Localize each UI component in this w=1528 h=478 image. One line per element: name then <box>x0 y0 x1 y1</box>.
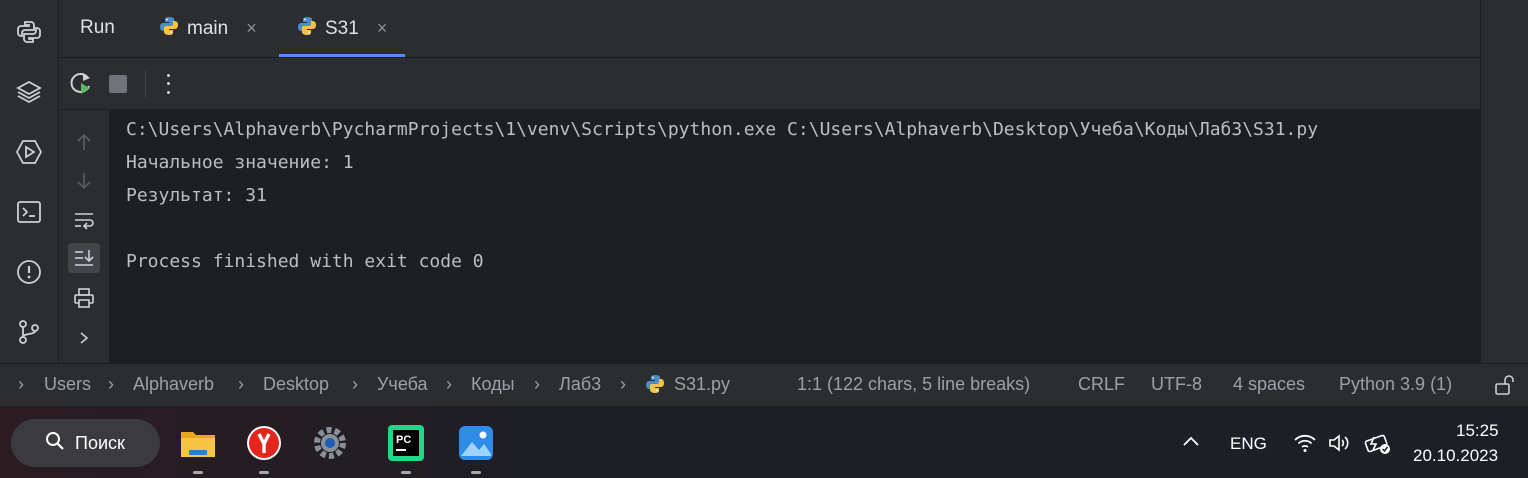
battery-icon[interactable] <box>1363 431 1391 460</box>
arrow-down-icon[interactable] <box>68 166 100 196</box>
chevron-right-icon[interactable] <box>68 323 100 353</box>
breadcrumb-item[interactable]: Desktop <box>263 374 329 395</box>
tab-main-label: main <box>187 17 229 39</box>
python-file-icon <box>645 374 665 399</box>
breadcrumb-separator: › <box>446 374 452 394</box>
indent-setting[interactable]: 4 spaces <box>1233 374 1305 395</box>
breadcrumb-item[interactable]: Users <box>44 374 91 395</box>
file-encoding[interactable]: UTF-8 <box>1151 374 1202 395</box>
unlock-icon[interactable] <box>1494 375 1514 400</box>
line-separator[interactable]: CRLF <box>1078 374 1125 395</box>
search-label: Поиск <box>75 432 125 453</box>
input-language[interactable]: ENG <box>1230 434 1267 454</box>
close-icon[interactable]: × <box>377 18 388 39</box>
breadcrumb-separator: › <box>352 374 358 394</box>
caret-position[interactable]: 1:1 (122 chars, 5 line breaks) <box>797 374 1030 395</box>
breadcrumb-separator: › <box>18 374 24 394</box>
breadcrumb-separator: › <box>534 374 540 394</box>
layers-icon[interactable] <box>15 78 43 106</box>
tab-s31[interactable]: S31 × <box>279 0 405 57</box>
wifi-icon[interactable] <box>1293 433 1317 458</box>
services-icon[interactable] <box>15 138 43 166</box>
arrow-up-icon[interactable] <box>68 127 100 157</box>
problems-icon[interactable] <box>15 258 43 286</box>
rerun-icon[interactable] <box>68 70 94 96</box>
left-tool-bar <box>0 0 59 363</box>
run-panel-title: Run <box>80 17 115 38</box>
console-line: Результат: 31 <box>126 185 267 206</box>
right-tool-bar <box>1480 0 1528 363</box>
status-bar: › Users › Alphaverb › Desktop › Учеба › … <box>0 363 1528 407</box>
console-line: Process finished with exit code 0 <box>126 251 484 272</box>
scroll-to-end-icon[interactable] <box>68 243 100 273</box>
svg-text:PC: PC <box>396 434 411 446</box>
volume-icon[interactable] <box>1328 433 1352 458</box>
run-tab-bar: Run main × S31 × <box>59 0 1480 58</box>
settings-icon[interactable] <box>311 424 349 462</box>
console-line: Начальное значение: 1 <box>126 152 354 173</box>
python-interpreter[interactable]: Python 3.9 (1) <box>1339 374 1452 395</box>
photos-icon[interactable] <box>457 424 495 474</box>
chevron-up-icon[interactable] <box>1181 434 1201 453</box>
clock-date[interactable]: 20.10.2023 <box>1413 446 1498 466</box>
search-icon <box>45 431 65 456</box>
console-side-tools <box>59 110 110 363</box>
stop-icon[interactable] <box>109 75 127 93</box>
taskbar-search[interactable]: Поиск <box>11 419 160 467</box>
breadcrumb-item[interactable]: S31.py <box>674 374 730 395</box>
pycharm-icon[interactable]: PC <box>387 424 425 474</box>
console-output[interactable]: C:\Users\Alphaverb\PycharmProjects\1\ven… <box>110 110 1480 363</box>
more-options-icon[interactable] <box>160 71 176 97</box>
clock-time[interactable]: 15:25 <box>1456 421 1499 441</box>
terminal-icon[interactable] <box>15 198 43 226</box>
breadcrumb-separator: › <box>108 374 114 394</box>
git-icon[interactable] <box>15 318 43 346</box>
file-explorer-icon[interactable] <box>179 424 217 474</box>
tab-main[interactable]: main × <box>159 0 269 57</box>
breadcrumb-separator: › <box>238 374 244 394</box>
breadcrumb-separator: › <box>620 374 626 394</box>
run-toolbar <box>59 58 1480 110</box>
soft-wrap-icon[interactable] <box>68 205 100 235</box>
running-indicator <box>401 471 411 474</box>
running-indicator <box>471 471 481 474</box>
windows-taskbar: Поиск PC ENG 15:25 20.10.2023 <box>0 406 1528 478</box>
close-icon[interactable]: × <box>246 18 257 39</box>
python-file-icon <box>159 16 179 42</box>
python-file-icon <box>297 16 317 42</box>
breadcrumb-item[interactable]: Учеба <box>377 374 428 395</box>
console-line: C:\Users\Alphaverb\PycharmProjects\1\ven… <box>126 119 1319 140</box>
running-indicator <box>259 471 269 474</box>
breadcrumb-item[interactable]: Лаб3 <box>559 374 601 395</box>
yandex-browser-icon[interactable] <box>245 424 283 474</box>
print-icon[interactable] <box>68 283 100 313</box>
breadcrumb-item[interactable]: Alphaverb <box>133 374 214 395</box>
tab-s31-label: S31 <box>325 17 359 39</box>
breadcrumb-item[interactable]: Коды <box>471 374 515 395</box>
toolbar-divider <box>145 70 146 98</box>
python-packages-icon[interactable] <box>15 18 43 46</box>
running-indicator <box>193 471 203 474</box>
